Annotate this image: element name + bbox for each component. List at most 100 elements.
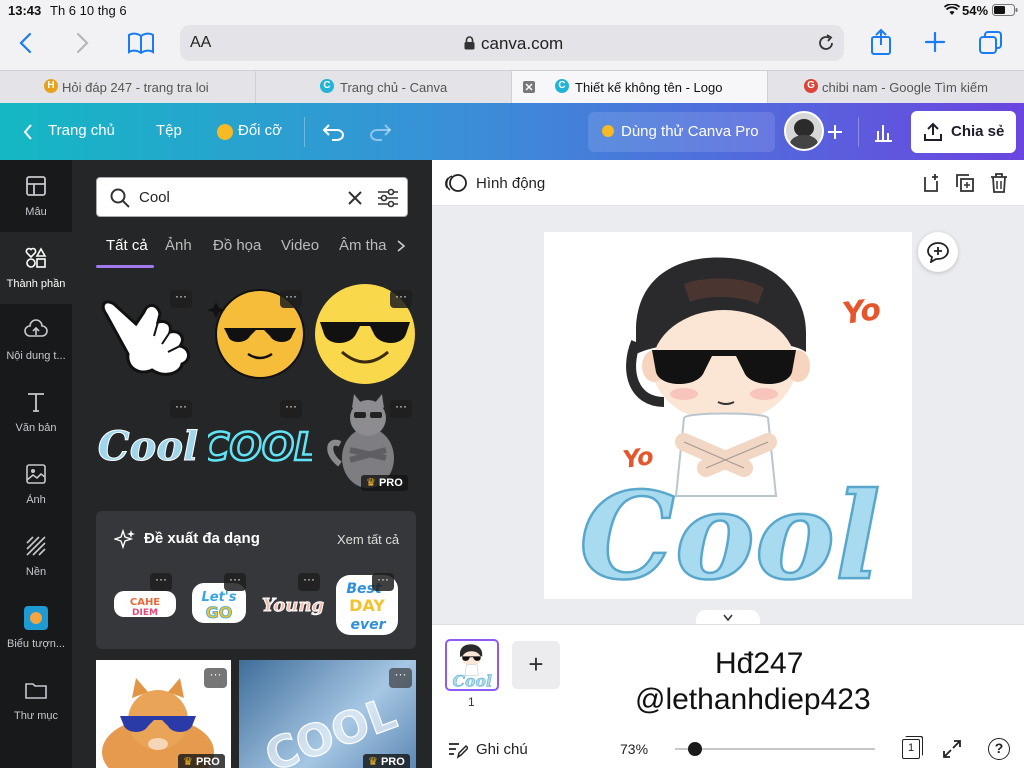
more-options-button[interactable]: ··· (150, 573, 172, 591)
page-count-button[interactable]: 1 (902, 739, 920, 759)
page-thumbnail[interactable]: Cool (445, 639, 499, 691)
rail-item-backgrounds[interactable]: Nền (0, 520, 72, 592)
editor-toolbar: Hình động (432, 160, 1024, 206)
svg-text:COOL: COOL (208, 425, 312, 469)
add-collaborator-icon[interactable] (827, 124, 843, 140)
design-page[interactable]: Yo Yo Cool (544, 232, 912, 608)
upload-icon (24, 319, 48, 337)
text-size-button[interactable]: AA (190, 34, 211, 52)
reload-icon[interactable] (817, 34, 835, 52)
file-menu-button[interactable]: Tệp (156, 122, 182, 139)
suggestion-sticker[interactable]: Young ··· (260, 573, 326, 629)
add-page-button[interactable]: + (512, 641, 560, 689)
divider (304, 117, 305, 147)
rail-item-logos[interactable]: Biểu tượn... (0, 592, 72, 664)
bookmarks-icon[interactable] (128, 32, 154, 54)
undo-icon[interactable] (322, 122, 346, 142)
avatar[interactable] (784, 111, 824, 151)
favicon-icon: H (44, 79, 58, 93)
home-button[interactable]: Trang chủ (48, 122, 115, 139)
close-tab-icon[interactable] (523, 81, 535, 93)
more-options-button[interactable]: ··· (389, 668, 412, 688)
browser-toolbar: AA canva.com (0, 20, 1024, 70)
rail-item-photos[interactable]: Ảnh (0, 448, 72, 520)
graphic-sunglasses-sun[interactable]: ··· (207, 284, 312, 384)
browser-tab[interactable]: H Hỏi đáp 247 - trang tra loi (0, 71, 256, 103)
photo-cool-ice[interactable]: COOL ··· ♛ PRO (239, 660, 416, 768)
animate-icon[interactable] (444, 172, 468, 194)
svg-text:Cool: Cool (98, 423, 198, 470)
suggestion-sticker[interactable]: Best DAY ever ··· (334, 573, 400, 637)
suggestion-sticker[interactable]: Let's GO ··· (186, 573, 252, 629)
more-options-button[interactable]: ··· (224, 573, 246, 591)
rail-item-text[interactable]: Văn bản (0, 376, 72, 448)
more-options-button[interactable]: ··· (390, 290, 412, 308)
notes-icon[interactable] (448, 741, 468, 759)
fullscreen-icon[interactable] (942, 739, 962, 759)
browser-tab-active[interactable]: C Thiết kế không tên - Logo (512, 71, 768, 103)
address-bar[interactable]: AA canva.com (180, 25, 844, 61)
insights-chart-icon[interactable] (872, 121, 894, 143)
forward-icon[interactable] (74, 32, 90, 54)
graphic-shaka-hand[interactable]: ··· (96, 284, 200, 384)
more-options-button[interactable]: ··· (204, 668, 227, 688)
share-button[interactable]: Chia sẻ (911, 111, 1016, 153)
zoom-slider-handle[interactable] (688, 742, 702, 756)
duplicate-page-icon[interactable] (955, 173, 975, 193)
status-time: 13:43 (8, 3, 42, 18)
animate-button[interactable]: Hình động (476, 175, 545, 192)
tab-audio[interactable]: Âm tha (339, 237, 391, 254)
delete-page-icon[interactable] (990, 173, 1008, 193)
rail-item-folders[interactable]: Thư mục (0, 664, 72, 736)
more-options-button[interactable]: ··· (390, 400, 412, 418)
chibi-cool-illustration[interactable]: Yo Yo Cool (544, 232, 912, 608)
chevron-right-icon[interactable] (396, 239, 406, 253)
clear-search-icon[interactable] (347, 190, 363, 206)
zoom-slider[interactable] (675, 748, 875, 750)
more-options-button[interactable]: ··· (170, 290, 192, 308)
rail-item-uploads[interactable]: Nội dung t... (0, 304, 72, 376)
more-options-button[interactable]: ··· (170, 400, 192, 418)
more-options-button[interactable]: ··· (280, 400, 302, 418)
add-page-icon[interactable] (921, 173, 941, 193)
share-icon[interactable] (870, 28, 892, 56)
help-button[interactable]: ? (988, 738, 1010, 760)
redo-icon[interactable] (368, 122, 392, 142)
crown-icon: ♛ (183, 756, 193, 768)
graphic-cool-script-text[interactable]: Cool ··· (96, 394, 200, 494)
rail-item-elements[interactable]: Thành phần (0, 232, 72, 304)
see-all-link[interactable]: Xem tất cả (337, 532, 399, 547)
graphic-neon-cool-text[interactable]: COOL ··· (200, 394, 320, 494)
zoom-level[interactable]: 73% (620, 741, 648, 757)
tab-graphics[interactable]: Đồ họa (213, 237, 261, 254)
show-pages-handle[interactable] (696, 610, 760, 624)
tab-video[interactable]: Video (281, 237, 319, 254)
back-icon[interactable] (18, 32, 34, 54)
graphic-cool-emoji[interactable]: ··· (312, 284, 416, 384)
more-options-button[interactable]: ··· (298, 573, 320, 591)
page-count: 1 (907, 742, 915, 754)
more-options-button[interactable]: ··· (372, 573, 394, 591)
chevron-left-icon[interactable] (22, 123, 34, 141)
browser-tab[interactable]: C Trang chủ - Canva (256, 71, 512, 103)
tab-photos[interactable]: Ảnh (165, 237, 192, 254)
suggestion-sticker[interactable]: CAHE DIEM ··· (112, 573, 178, 629)
filter-icon[interactable] (377, 188, 399, 208)
try-canva-pro-button[interactable]: Dùng thử Canva Pro (588, 112, 775, 152)
svg-text:CAHE: CAHE (130, 597, 160, 608)
notes-button[interactable]: Ghi chú (476, 741, 528, 758)
more-options-button[interactable]: ··· (280, 290, 302, 308)
photo-cat-sunglasses[interactable]: ··· ♛ PRO (96, 660, 231, 768)
browser-tab[interactable]: G chibi nam - Google Tìm kiếm (768, 71, 1024, 103)
tab-all[interactable]: Tất cả (106, 237, 148, 254)
comment-button[interactable] (918, 232, 958, 272)
divider (858, 117, 859, 147)
tabs-overview-icon[interactable] (978, 30, 1004, 56)
tab-title: Trang chủ - Canva (340, 80, 448, 95)
new-tab-icon[interactable] (924, 31, 946, 53)
search-field[interactable]: Cool (96, 177, 408, 217)
resize-button[interactable]: Đổi cỡ (238, 122, 282, 139)
graphic-cool-cat[interactable]: ··· ♛ PRO (320, 394, 424, 494)
search-input[interactable]: Cool (139, 189, 170, 206)
rail-item-templates[interactable]: Mẫu (0, 160, 72, 232)
